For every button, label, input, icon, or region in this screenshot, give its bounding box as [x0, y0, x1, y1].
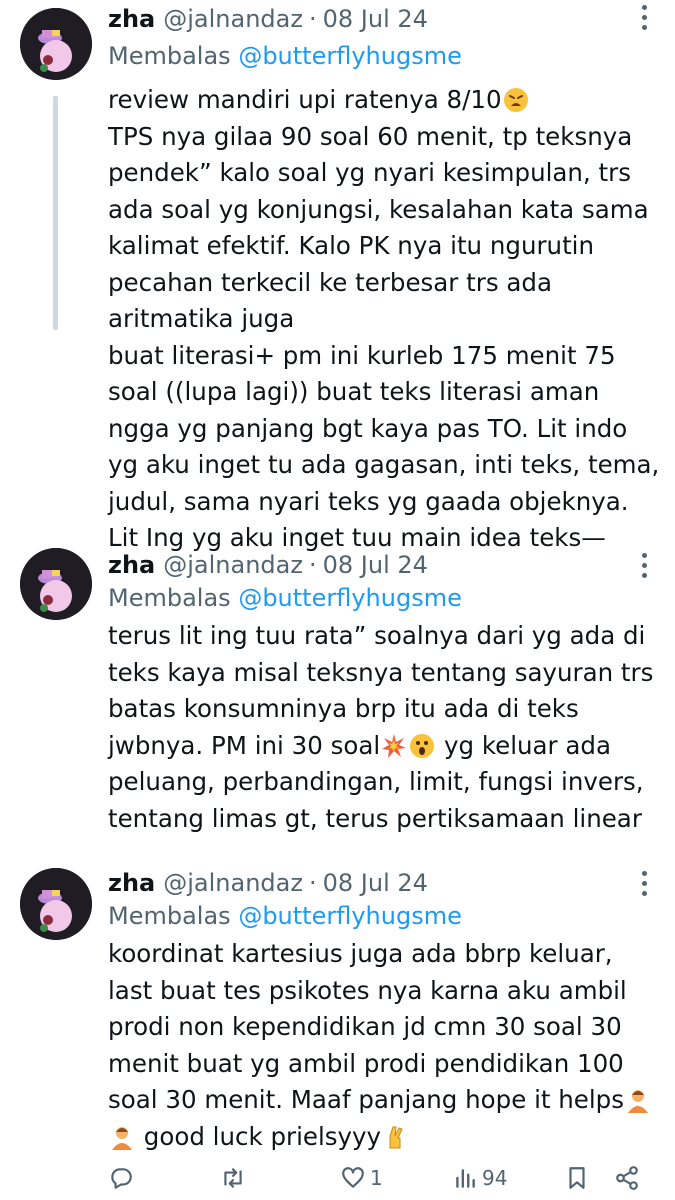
reply-icon	[111, 1168, 132, 1189]
share-button[interactable]	[614, 1158, 640, 1198]
avatar[interactable]	[20, 868, 92, 940]
user-handle[interactable]: @jalnandaz	[163, 5, 303, 33]
astonished-face-emoji-icon	[409, 733, 435, 759]
avatar[interactable]	[20, 8, 92, 80]
tweet-text-part: koordinat kartesius juga ada bbrp keluar…	[108, 939, 627, 1114]
tweet-text-part: good luck prielsyyy	[136, 1121, 382, 1151]
reply-prefix: Membalas	[108, 584, 231, 612]
bookmark-icon	[569, 1167, 585, 1189]
tweet-date[interactable]: 08 Jul 24	[323, 551, 428, 579]
reply-prefix: Membalas	[108, 42, 231, 70]
tweet-date[interactable]: 08 Jul 24	[323, 5, 428, 33]
tweet-text: review mandiri upi ratenya 8/10 TPS nya …	[108, 82, 660, 557]
retweet-button[interactable]	[220, 1158, 246, 1198]
share-icon	[616, 1166, 638, 1190]
reply-context: Membalas @butterflyhugsme	[108, 584, 462, 612]
user-handle[interactable]: @jalnandaz	[163, 551, 303, 579]
views-button[interactable]: 94	[452, 1158, 507, 1198]
reply-mention-link[interactable]: @butterflyhugsme	[238, 584, 462, 612]
heart-icon	[342, 1167, 364, 1188]
avatar-image	[20, 8, 92, 80]
tweet-text: koordinat kartesius juga ada bbrp keluar…	[108, 936, 660, 1155]
separator-dot: ·	[308, 551, 317, 579]
tweet-date[interactable]: 08 Jul 24	[323, 869, 428, 897]
more-options-icon[interactable]	[631, 2, 657, 32]
retweet-icon	[224, 1168, 242, 1188]
reply-context: Membalas @butterflyhugsme	[108, 42, 462, 70]
display-name[interactable]: zha	[108, 869, 155, 897]
views-count: 94	[482, 1166, 508, 1190]
tweet-text-part: TPS nya gilaa 90 soal 60 menit, tp teksn…	[108, 121, 660, 553]
reply-mention-link[interactable]: @butterflyhugsme	[238, 42, 462, 70]
like-count: 1	[370, 1166, 383, 1190]
tweet-header: zha @jalnandaz · 08 Jul 24	[108, 548, 428, 582]
tweet-header: zha @jalnandaz · 08 Jul 24	[108, 2, 428, 36]
reply-button[interactable]	[108, 1158, 134, 1198]
user-handle[interactable]: @jalnandaz	[163, 869, 303, 897]
avatar-image	[20, 548, 92, 620]
avatar-image	[20, 868, 92, 940]
person-pouting-emoji-icon	[109, 1124, 135, 1150]
avatar[interactable]	[20, 548, 92, 620]
reply-prefix: Membalas	[108, 902, 231, 930]
crossed-fingers-emoji-icon	[382, 1124, 408, 1150]
tweet-text-part: review mandiri upi ratenya 8/10	[108, 85, 502, 114]
separator-dot: ·	[308, 5, 317, 33]
tweet-text: terus lit ing tuu rata” soalnya dari yg …	[108, 618, 660, 837]
collision-emoji-icon	[381, 733, 407, 759]
more-options-icon[interactable]	[631, 550, 657, 580]
like-button[interactable]: 1	[340, 1158, 383, 1198]
bookmark-button[interactable]	[564, 1158, 590, 1198]
person-pouting-emoji-icon	[625, 1087, 651, 1113]
tired-face-emoji-icon	[503, 87, 529, 113]
tweet-header: zha @jalnandaz · 08 Jul 24	[108, 866, 428, 900]
display-name[interactable]: zha	[108, 5, 155, 33]
reply-mention-link[interactable]: @butterflyhugsme	[238, 902, 462, 930]
separator-dot: ·	[308, 869, 317, 897]
more-options-icon[interactable]	[631, 868, 657, 898]
display-name[interactable]: zha	[108, 551, 155, 579]
views-icon	[456, 1169, 475, 1188]
thread-connector-line	[53, 96, 58, 330]
tweet-action-bar: 1 94	[0, 1158, 675, 1198]
reply-context: Membalas @butterflyhugsme	[108, 902, 462, 930]
